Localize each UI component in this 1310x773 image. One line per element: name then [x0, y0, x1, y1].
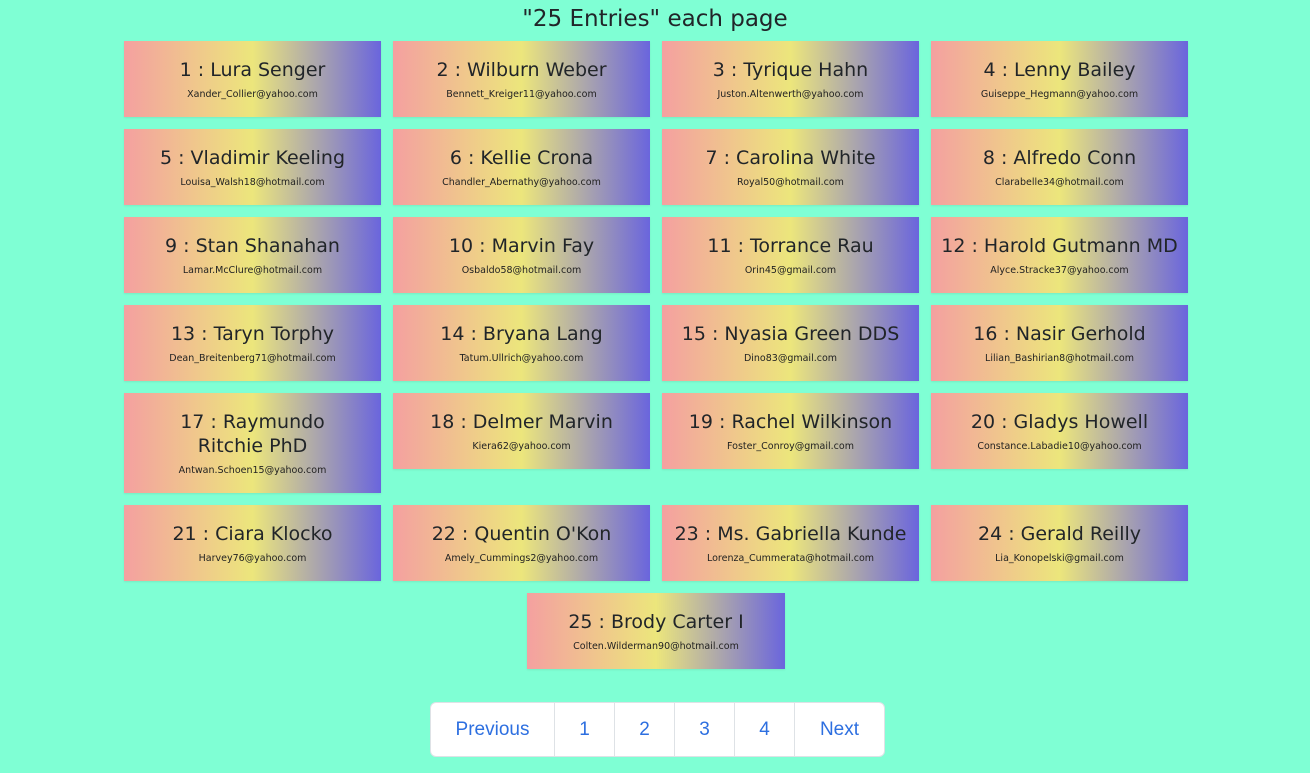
user-card-email: Kiera62@yahoo.com [472, 441, 571, 452]
user-card-name: 2 : Wilburn Weber [436, 59, 607, 81]
user-card-name: 23 : Ms. Gabriella Kunde [674, 523, 907, 545]
user-card-email: Alyce.Stracke37@yahoo.com [990, 265, 1129, 276]
next-button[interactable]: Next [794, 703, 884, 756]
user-card: 18 : Delmer Marvin Kiera62@yahoo.com [393, 393, 650, 469]
user-card-name: 11 : Torrance Rau [707, 235, 874, 257]
user-card-name: 24 : Gerald Reilly [977, 523, 1142, 545]
user-card-email: Antwan.Schoen15@yahoo.com [178, 465, 327, 476]
user-card-email: Royal50@hotmail.com [737, 177, 844, 188]
user-card: 9 : Stan Shanahan Lamar.McClure@hotmail.… [124, 217, 381, 293]
user-card: 2 : Wilburn Weber Bennett_Kreiger11@yaho… [393, 41, 650, 117]
user-card-name: 6 : Kellie Crona [449, 147, 594, 169]
user-card: 4 : Lenny Bailey Guiseppe_Hegmann@yahoo.… [931, 41, 1188, 117]
page-title: "25 Entries" each page [522, 6, 788, 32]
user-card-email: Orin45@gmail.com [744, 265, 837, 276]
user-card-name: 22 : Quentin O'Kon [431, 523, 612, 545]
user-card-name: 16 : Nasir Gerhold [973, 323, 1146, 345]
page-4-button[interactable]: 4 [734, 703, 794, 756]
user-card: 20 : Gladys Howell Constance.Labadie10@y… [931, 393, 1188, 469]
user-card: 17 : Raymundo Ritchie PhD Antwan.Schoen1… [124, 393, 381, 493]
user-card-email: Chandler_Abernathy@yahoo.com [442, 177, 601, 188]
user-card: 19 : Rachel Wilkinson Foster_Conroy@gmai… [662, 393, 919, 469]
user-card-email: Louisa_Walsh18@hotmail.com [180, 177, 325, 188]
user-card: 14 : Bryana Lang Tatum.Ullrich@yahoo.com [393, 305, 650, 381]
user-card-name: 3 : Tyrique Hahn [712, 59, 869, 81]
user-card-name: 13 : Taryn Torphy [170, 323, 335, 345]
user-card-name: 4 : Lenny Bailey [983, 59, 1136, 81]
user-card-name: 19 : Rachel Wilkinson [688, 411, 893, 433]
user-card: 5 : Vladimir Keeling Louisa_Walsh18@hotm… [124, 129, 381, 205]
user-card: 7 : Carolina White Royal50@hotmail.com [662, 129, 919, 205]
user-card-email: Osbaldo58@hotmail.com [461, 265, 582, 276]
user-card-email: Clarabelle34@hotmail.com [995, 177, 1124, 188]
page-1-button[interactable]: 1 [554, 703, 614, 756]
user-card: 1 : Lura Senger Xander_Collier@yahoo.com [124, 41, 381, 117]
user-card-name: 8 : Alfredo Conn [982, 147, 1137, 169]
user-card-name: 20 : Gladys Howell [970, 411, 1149, 433]
user-card-email: Amely_Cummings2@yahoo.com [444, 553, 599, 564]
user-card: 6 : Kellie Crona Chandler_Abernathy@yaho… [393, 129, 650, 205]
user-card-email: Bennett_Kreiger11@yahoo.com [446, 89, 597, 100]
user-card: 22 : Quentin O'Kon Amely_Cummings2@yahoo… [393, 505, 650, 581]
user-card-name: 9 : Stan Shanahan [165, 235, 340, 257]
user-card: 10 : Marvin Fay Osbaldo58@hotmail.com [393, 217, 650, 293]
user-card-email: Lilian_Bashirian8@hotmail.com [985, 353, 1134, 364]
user-card: 25 : Brody Carter I Colten.Wilderman90@h… [527, 593, 785, 669]
user-card-email: Juston.Altenwerth@yahoo.com [717, 89, 864, 100]
user-card-email: Dino83@gmail.com [743, 353, 838, 364]
user-card: 13 : Taryn Torphy Dean_Breitenberg71@hot… [124, 305, 381, 381]
user-card-name: 15 : Nyasia Green DDS [681, 323, 900, 345]
user-card-name: 12 : Harold Gutmann MD [941, 235, 1178, 257]
user-card: 3 : Tyrique Hahn Juston.Altenwerth@yahoo… [662, 41, 919, 117]
user-card-name: 17 : Raymundo Ritchie PhD [180, 411, 325, 457]
user-card: 8 : Alfredo Conn Clarabelle34@hotmail.co… [931, 129, 1188, 205]
user-card-email: Harvey76@yahoo.com [198, 553, 307, 564]
user-card-email: Foster_Conroy@gmail.com [727, 441, 854, 452]
user-card: 21 : Ciara Klocko Harvey76@yahoo.com [124, 505, 381, 581]
user-card-email: Lia_Konopelski@gmail.com [995, 553, 1124, 564]
previous-button[interactable]: Previous [431, 703, 554, 756]
cards-grid: 1 : Lura Senger Xander_Collier@yahoo.com… [0, 41, 1310, 681]
page-2-button[interactable]: 2 [614, 703, 674, 756]
user-card-email: Xander_Collier@yahoo.com [187, 89, 318, 100]
user-card-name: 18 : Delmer Marvin [430, 411, 613, 433]
user-card-email: Dean_Breitenberg71@hotmail.com [169, 353, 336, 364]
user-card-name: 21 : Ciara Klocko [172, 523, 333, 545]
user-card: 11 : Torrance Rau Orin45@gmail.com [662, 217, 919, 293]
user-card-name: 14 : Bryana Lang [440, 323, 603, 345]
user-card-email: Lamar.McClure@hotmail.com [182, 265, 323, 276]
user-card-name: 25 : Brody Carter I [568, 611, 744, 633]
user-card-email: Colten.Wilderman90@hotmail.com [573, 641, 739, 652]
pagination: Previous 1 2 3 4 Next [430, 702, 885, 757]
user-card-email: Lorenza_Cummerata@hotmail.com [706, 553, 875, 564]
user-card-email: Guiseppe_Hegmann@yahoo.com [980, 89, 1139, 100]
user-card-name: 5 : Vladimir Keeling [159, 147, 346, 169]
user-card: 16 : Nasir Gerhold Lilian_Bashirian8@hot… [931, 305, 1188, 381]
user-card: 23 : Ms. Gabriella Kunde Lorenza_Cummera… [662, 505, 919, 581]
user-card: 12 : Harold Gutmann MD Alyce.Stracke37@y… [931, 217, 1188, 293]
user-card-email: Tatum.Ullrich@yahoo.com [459, 353, 584, 364]
user-card-name: 10 : Marvin Fay [448, 235, 595, 257]
user-card-name: 7 : Carolina White [705, 147, 876, 169]
user-card: 24 : Gerald Reilly Lia_Konopelski@gmail.… [931, 505, 1188, 581]
user-card: 15 : Nyasia Green DDS Dino83@gmail.com [662, 305, 919, 381]
page-3-button[interactable]: 3 [674, 703, 734, 756]
user-card-email: Constance.Labadie10@yahoo.com [977, 441, 1142, 452]
user-card-name: 1 : Lura Senger [179, 59, 326, 81]
